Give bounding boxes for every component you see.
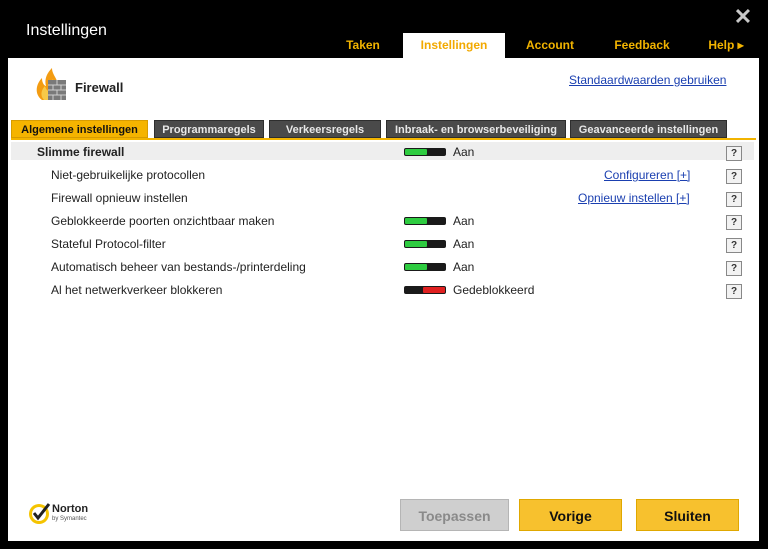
tab-taken[interactable]: Taken [330,33,396,58]
stealth-ports-toggle[interactable] [404,217,446,225]
setting-row-stateful-filter: Stateful Protocol-filter Aan ? [8,234,759,256]
configure-link[interactable]: Configureren [+] [604,168,690,182]
reset-link[interactable]: Opnieuw instellen [+] [578,191,690,205]
help-icon[interactable]: ? [726,215,742,230]
setting-row-uncommon-protocols: Niet-gebruikelijke protocollen Configure… [8,165,759,187]
top-navigation: Taken Instellingen Account Feedback Help… [0,33,768,58]
subtab-bar: Algemene instellingen Programmaregels Ve… [11,120,756,139]
setting-state: Aan [453,237,475,251]
back-button[interactable]: Vorige [519,499,622,531]
subtab-underline [11,138,756,140]
setting-label: Al het netwerkverkeer blokkeren [51,283,223,297]
setting-row-firewall-reset: Firewall opnieuw instellen Opnieuw inste… [8,188,759,210]
tab-help[interactable]: Help ▸ [696,33,756,58]
firewall-icon [36,68,66,100]
setting-label: Stateful Protocol-filter [51,237,166,251]
help-icon[interactable]: ? [726,146,742,161]
tab-account[interactable]: Account [512,33,588,58]
settings-panel: Firewall Standaardwaarden gebruiken Alge… [8,58,759,541]
setting-row-smart-firewall: Slimme firewall Aan ? [8,142,759,164]
help-icon[interactable]: ? [726,192,742,207]
setting-state: Aan [453,145,475,159]
setting-label: Automatisch beheer van bestands-/printer… [51,260,306,274]
apply-button[interactable]: Toepassen [400,499,509,531]
tab-feedback[interactable]: Feedback [600,33,684,58]
setting-state: Gedeblokkeerd [453,283,535,297]
norton-check-icon [29,503,51,524]
use-defaults-link[interactable]: Standaardwaarden gebruiken [569,73,726,87]
help-icon[interactable]: ? [726,169,742,184]
setting-row-block-all-traffic: Al het netwerkverkeer blokkeren Gedeblok… [8,280,759,302]
setting-state: Aan [453,214,475,228]
section-title: Firewall [75,80,124,95]
subtab-program-rules[interactable]: Programmaregels [154,120,264,138]
close-icon[interactable]: ✕ [732,6,754,28]
block-all-traffic-toggle[interactable] [404,286,446,294]
settings-window: Instellingen ✕ Taken Instellingen Accoun… [0,0,768,549]
setting-label: Geblokkeerde poorten onzichtbaar maken [51,214,275,228]
brand-name: Norton [52,503,89,515]
setting-label: Firewall opnieuw instellen [51,191,188,205]
close-button[interactable]: Sluiten [636,499,739,531]
norton-logo: Norton by Symantec [28,501,108,531]
stateful-filter-toggle[interactable] [404,240,446,248]
setting-row-file-printer-sharing: Automatisch beheer van bestands-/printer… [8,257,759,279]
brand-sub: by Symantec [52,516,87,522]
help-icon[interactable]: ? [726,284,742,299]
setting-state: Aan [453,260,475,274]
setting-label: Niet-gebruikelijke protocollen [51,168,206,182]
subtab-traffic-rules[interactable]: Verkeersregels [269,120,381,138]
help-icon[interactable]: ? [726,261,742,276]
setting-row-stealth-ports: Geblokkeerde poorten onzichtbaar maken A… [8,211,759,233]
subtab-advanced[interactable]: Geavanceerde instellingen [570,120,727,138]
subtab-general[interactable]: Algemene instellingen [11,120,148,138]
help-icon[interactable]: ? [726,238,742,253]
file-printer-sharing-toggle[interactable] [404,263,446,271]
tab-instellingen[interactable]: Instellingen [403,33,505,58]
smart-firewall-toggle[interactable] [404,148,446,156]
setting-label: Slimme firewall [37,145,125,159]
subtab-intrusion-browser[interactable]: Inbraak- en browserbeveiliging [386,120,566,138]
